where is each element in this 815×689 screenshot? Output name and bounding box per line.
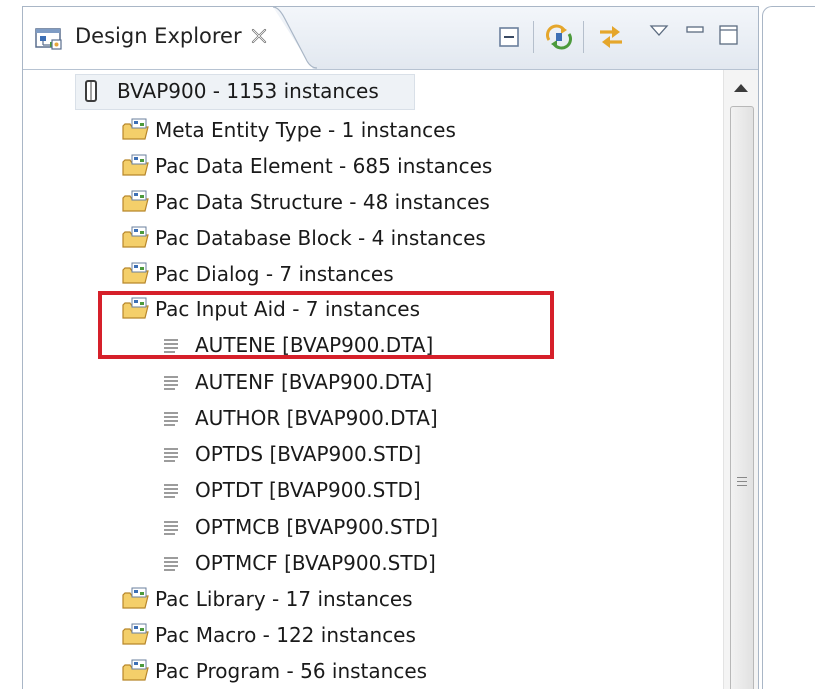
list-icon (161, 403, 195, 433)
tree-leaf[interactable]: AUTHOR [BVAP900.DTA] (161, 401, 438, 435)
vertical-scrollbar[interactable] (723, 70, 758, 689)
tab-design-explorer[interactable]: Design Explorer (23, 7, 313, 69)
tree-leaf-label: AUTENF [BVAP900.DTA] (195, 370, 433, 394)
tree-group-label: Pac Program - 56 instances (155, 659, 428, 683)
grip-icon (737, 477, 747, 489)
tree-root[interactable]: BVAP900 - 1153 instances (83, 74, 379, 108)
folder-icon (121, 584, 155, 614)
scroll-up-arrow-icon[interactable] (734, 84, 748, 92)
tree-group-label: Pac Data Element - 685 instances (155, 154, 493, 178)
design-explorer-view: Design Explorer BVAP900 - 1153 instances… (22, 6, 759, 689)
tree-leaf-label: OPTMCF [BVAP900.STD] (195, 551, 436, 575)
scrollbar-thumb[interactable] (730, 106, 754, 689)
view-menu-icon[interactable] (643, 15, 675, 47)
tree-group[interactable]: Meta Entity Type - 1 instances (121, 113, 456, 147)
list-icon (161, 512, 195, 542)
list-icon (161, 439, 195, 469)
view-title: Design Explorer (75, 24, 242, 48)
folder-icon (121, 259, 155, 289)
folder-icon (121, 187, 155, 217)
tree-group[interactable]: Pac Dialog - 7 instances (121, 257, 394, 291)
collapse-all-icon[interactable] (493, 21, 525, 53)
tree-leaf-label: OPTMCB [BVAP900.STD] (195, 515, 439, 539)
tree-leaf-label: OPTDT [BVAP900.STD] (195, 478, 421, 502)
folder-icon (121, 223, 155, 253)
tree-leaf[interactable]: OPTDS [BVAP900.STD] (161, 437, 421, 471)
tree-leaf[interactable]: OPTMCB [BVAP900.STD] (161, 510, 438, 544)
toolbar-separator (533, 21, 534, 53)
editor-area (762, 6, 815, 689)
tree-group-label: Pac Dialog - 7 instances (155, 262, 394, 286)
link-with-editor-icon[interactable] (595, 21, 627, 53)
tree-leaf[interactable]: AUTENF [BVAP900.DTA] (161, 365, 432, 399)
tree-leaf-label: OPTDS [BVAP900.STD] (195, 442, 422, 466)
close-icon[interactable] (249, 26, 269, 46)
tree-leaf[interactable]: OPTMCF [BVAP900.STD] (161, 546, 436, 580)
tree-group-label: Pac Library - 17 instances (155, 587, 413, 611)
tree-group[interactable]: Pac Library - 17 instances (121, 582, 413, 616)
list-icon (161, 548, 195, 578)
list-icon (161, 367, 195, 397)
design-explorer-icon (35, 27, 63, 51)
database-icon (83, 76, 117, 106)
tree-group[interactable]: Pac Program - 56 instances (121, 654, 427, 688)
folder-icon (121, 656, 155, 686)
tree-view: BVAP900 - 1153 instances Meta Entity Typ… (23, 70, 723, 689)
list-icon (161, 475, 195, 505)
folder-icon (121, 115, 155, 145)
folder-icon (121, 620, 155, 650)
minimize-icon[interactable] (679, 15, 711, 47)
tree-group-label: Pac Data Structure - 48 instances (155, 190, 490, 214)
sync-icon[interactable] (543, 21, 575, 53)
folder-icon (121, 151, 155, 181)
tree-leaf-label: AUTHOR [BVAP900.DTA] (195, 406, 438, 430)
tree-leaf[interactable]: OPTDT [BVAP900.STD] (161, 473, 421, 507)
tree-group[interactable]: Pac Data Element - 685 instances (121, 149, 492, 183)
tree-group[interactable]: Pac Macro - 122 instances (121, 618, 416, 652)
tree-group-label: Pac Macro - 122 instances (155, 623, 416, 647)
tree-group[interactable]: Pac Database Block - 4 instances (121, 221, 486, 255)
tree-group-label: Pac Database Block - 4 instances (155, 226, 486, 250)
view-tab-bar: Design Explorer (23, 7, 758, 70)
tree-root-label: BVAP900 - 1153 instances (117, 79, 379, 103)
tree-group[interactable]: Pac Data Structure - 48 instances (121, 185, 490, 219)
tree-group-label: Meta Entity Type - 1 instances (155, 118, 456, 142)
maximize-icon[interactable] (713, 19, 745, 51)
toolbar-separator (583, 21, 584, 53)
highlight-annotation (98, 291, 554, 359)
